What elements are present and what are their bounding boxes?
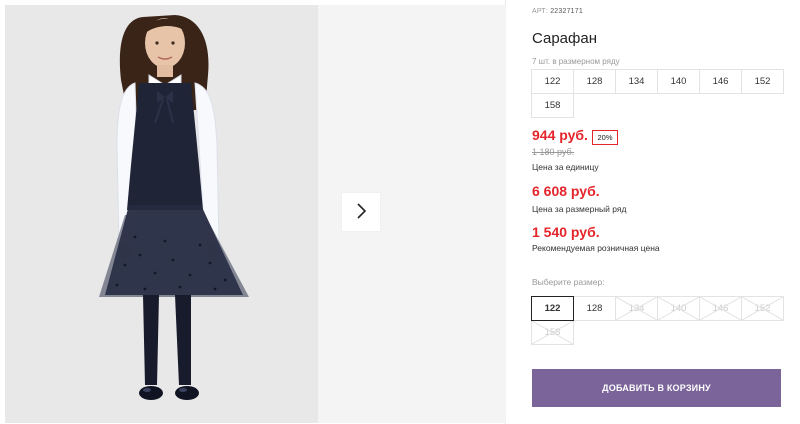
size-option-selected[interactable]: 122	[531, 296, 574, 321]
add-to-cart-button[interactable]: ДОБАВИТЬ В КОРЗИНУ	[532, 369, 781, 407]
cross-out-icon	[658, 297, 699, 320]
cross-out-icon	[616, 297, 657, 320]
size-option-unavailable: 146	[699, 296, 742, 321]
girl-in-sarafan-image	[5, 5, 318, 423]
product-photo[interactable]	[5, 5, 318, 423]
article-number: АРТ: 22327171	[532, 8, 583, 15]
cross-out-icon	[742, 297, 783, 320]
unit-price: 944 руб.	[532, 127, 588, 143]
pack-size-cell: 158	[531, 93, 574, 118]
pack-price-caption: Цена за размерный ряд	[532, 204, 627, 214]
unit-price-caption: Цена за единицу	[532, 162, 599, 172]
size-option-unavailable: 152	[741, 296, 784, 321]
pack-size-cell: 140	[657, 69, 700, 94]
gallery-next-button[interactable]	[342, 193, 380, 231]
pack-size-cell: 152	[741, 69, 784, 94]
old-price: 1 180 руб.	[532, 147, 575, 157]
chevron-right-icon	[355, 202, 367, 222]
cross-out-icon	[532, 321, 573, 344]
size-option[interactable]: 128	[573, 296, 616, 321]
pack-price: 6 608 руб.	[532, 183, 600, 199]
pack-size-label: 7 шт. в размерном ряду	[532, 57, 620, 66]
pack-size-cell: 146	[699, 69, 742, 94]
product-title: Сарафан	[532, 30, 597, 47]
choose-size-label: Выберите размер:	[532, 277, 605, 287]
size-option-unavailable: 140	[657, 296, 700, 321]
discount-badge: 20%	[592, 130, 618, 145]
pack-size-cell: 122	[531, 69, 574, 94]
size-selector: 122 128 134 140 146 152 158	[531, 296, 784, 345]
product-gallery	[0, 0, 506, 424]
size-option-unavailable: 134	[615, 296, 658, 321]
cross-out-icon	[700, 297, 741, 320]
pack-size-cell: 128	[573, 69, 616, 94]
pack-size-cell: 134	[615, 69, 658, 94]
pack-size-list: 122 128 134 140 146 152 158	[531, 69, 784, 118]
retail-price: 1 540 руб.	[532, 224, 600, 240]
size-option-unavailable: 158	[531, 320, 574, 345]
retail-price-caption: Рекомендуемая розничная цена	[532, 243, 660, 253]
